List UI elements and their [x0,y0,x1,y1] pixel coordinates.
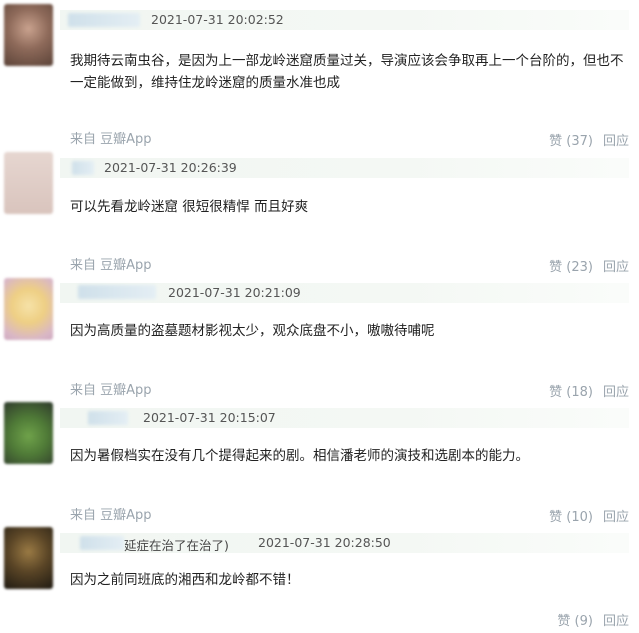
avatar[interactable] [4,402,53,464]
comment-source: 来自 豆瓣App [70,132,152,147]
avatar[interactable] [4,152,53,214]
comment-text: 我期待云南虫谷，是因为上一部龙岭迷窟质量过关，导演应该会争取再上一个台阶的，但也… [70,53,624,91]
avatar[interactable] [4,527,53,589]
like-button[interactable]: 赞 (37) [549,134,593,149]
comment-source: 来自 豆瓣App [70,258,152,273]
comment-header [60,10,629,30]
avatar[interactable] [4,4,53,66]
avatar[interactable] [4,278,53,340]
username-partial[interactable]: 延症在治了在治了) [124,535,229,554]
username-blurred[interactable] [68,13,140,27]
comment-text: 因为高质量的盗墓题材影视太少，观众底盘不小，嗷嗷待哺呢 [70,323,435,339]
like-button[interactable]: 赞 (23) [549,260,593,275]
reply-button[interactable]: 回应 [603,260,629,275]
reply-button[interactable]: 回应 [603,510,629,525]
comment-actions: 赞 (9) 回应 [557,610,629,629]
comment-time: 2021-07-31 20:26:39 [104,160,237,175]
comment-time: 2021-07-31 20:15:07 [143,410,276,425]
reply-button[interactable]: 回应 [603,614,629,629]
reply-button[interactable]: 回应 [603,134,629,149]
username-blurred[interactable] [88,411,128,425]
like-button[interactable]: 赞 (10) [549,510,593,525]
comment-time: 2021-07-31 20:28:50 [258,535,391,550]
reply-button[interactable]: 回应 [603,385,629,400]
comment-actions: 赞 (10) 回应 [549,506,629,525]
comment-actions: 赞 (37) 回应 [549,130,629,149]
comment-text: 因为之前同班底的湘西和龙岭都不错！ [70,572,300,588]
comment-text: 因为暑假档实在没有几个提得起来的剧。相信潘老师的演技和选剧本的能力。 [70,448,529,464]
comment-time: 2021-07-31 20:02:52 [151,12,284,27]
like-button[interactable]: 赞 (18) [549,385,593,400]
comment-source: 来自 豆瓣App [70,508,152,523]
username-blurred[interactable] [78,285,156,299]
comment-source: 来自 豆瓣App [70,383,152,398]
comment-text: 可以先看龙岭迷窟 很短很精悍 而且好爽 [70,199,309,215]
comment-time: 2021-07-31 20:21:09 [168,285,301,300]
username-blurred[interactable] [80,536,124,550]
like-button[interactable]: 赞 (9) [557,614,593,629]
username-blurred[interactable] [72,161,94,175]
comment-actions: 赞 (23) 回应 [549,256,629,275]
comment-actions: 赞 (18) 回应 [549,381,629,400]
